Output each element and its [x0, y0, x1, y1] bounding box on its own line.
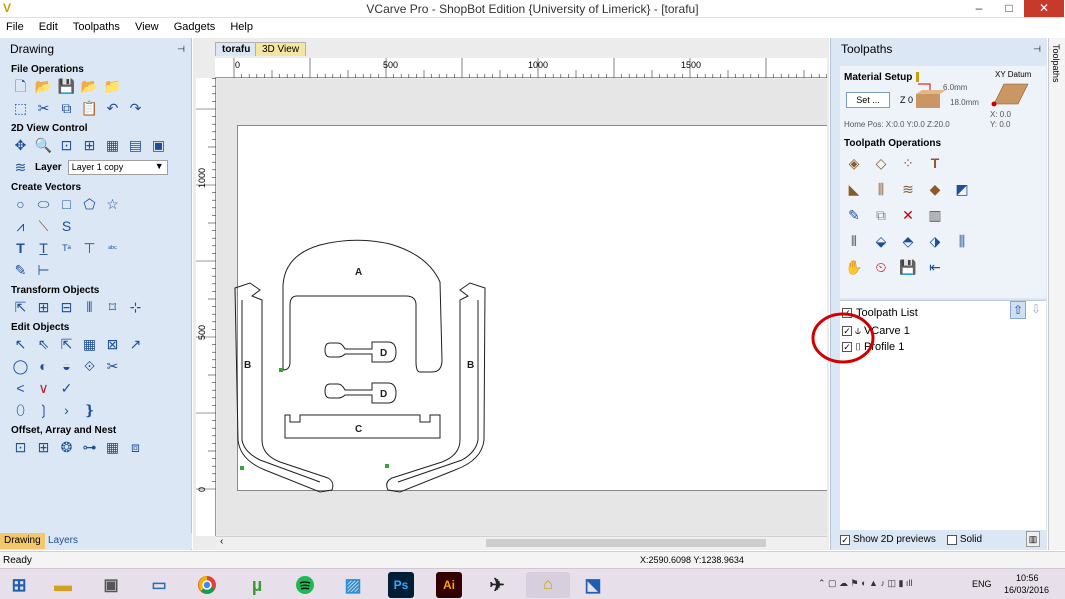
toolpath-operations-title: Toolpath Operations — [844, 138, 942, 149]
fluting-toolpath-icon[interactable]: ⫼ — [871, 180, 891, 198]
thickness-top: 6.0mm — [943, 83, 968, 92]
part-label-d-lower: D — [380, 389, 387, 400]
preview-toolpath-icon[interactable]: ⬙ — [871, 232, 891, 250]
material-icon[interactable]: ✋ — [844, 258, 864, 276]
toolpath-operations-grid: ◈ ◇ ⁘ T ◣ ⫼ ≋ ◆ ◩ ✎ ⧉ ✕ ▥ ⫴ ⬙ ⬘ ⬗ ⫼ ✋ ⏲ … — [844, 154, 984, 276]
calculator-icon[interactable]: ▥ — [925, 206, 945, 224]
photoshop-icon[interactable]: Ps — [388, 572, 414, 598]
show-previews-checkbox[interactable]: ✓ — [840, 534, 850, 545]
material-setup-title: Material Setup — [844, 72, 913, 83]
tool-database-icon[interactable]: ⫴ — [844, 232, 864, 250]
solid-checkbox[interactable] — [946, 534, 957, 545]
part-label-b-right: B — [467, 360, 474, 371]
illustrator-icon[interactable]: Ai — [436, 572, 462, 598]
reset-preview-icon[interactable]: ⬗ — [925, 232, 945, 250]
photo-viewer-icon[interactable]: ▨ — [340, 572, 366, 598]
part-b-left-inner — [241, 300, 321, 483]
part-c-outline — [284, 414, 441, 439]
chrome-icon[interactable] — [194, 572, 220, 598]
material-block-icon — [916, 72, 946, 108]
move-down-button[interactable]: ⇩ — [1028, 301, 1044, 319]
copy-toolpath-icon[interactable]: ⧉ — [871, 206, 891, 224]
windows-start-icon[interactable]: ⊞ — [6, 572, 32, 598]
export-toolpath-icon[interactable]: ⇤ — [925, 258, 945, 276]
datum-x: X: 0.0 — [990, 110, 1011, 119]
trash-button[interactable]: ▥ — [1026, 531, 1040, 547]
move-up-button[interactable]: ⇧ — [1010, 301, 1026, 319]
set-button[interactable]: Set ... — [846, 92, 890, 108]
save-toolpath-icon[interactable]: 💾 — [898, 258, 918, 276]
part-b-right-inner — [397, 300, 479, 483]
merge-toolpath-icon[interactable]: ⫼ — [952, 232, 972, 250]
scroll-left-icon[interactable]: ‹ — [220, 536, 223, 547]
show-previews-label: Show 2D previews — [853, 534, 936, 545]
clock-date[interactable]: 16/03/2016 — [1004, 585, 1049, 595]
horizontal-scrollbar[interactable]: ‹ — [216, 536, 827, 549]
control-panel-icon[interactable]: ▣ — [98, 572, 124, 598]
datum-diagram-icon[interactable] — [990, 80, 1030, 108]
node-marker — [240, 466, 244, 470]
side-tab-toolpaths[interactable]: Toolpaths — [1051, 44, 1061, 83]
delete-toolpath-icon[interactable]: ✕ — [898, 206, 918, 224]
xy-datum-title: XY Datum — [995, 70, 1032, 79]
language-indicator[interactable]: ENG — [972, 579, 992, 589]
maximize-button[interactable]: □ — [994, 0, 1024, 17]
edit-toolpath-icon[interactable]: ✎ — [844, 206, 864, 224]
minimize-button[interactable]: – — [964, 0, 994, 17]
profile-toolpath-icon[interactable]: ◈ — [844, 154, 864, 172]
texture-toolpath-icon[interactable]: ≋ — [898, 180, 918, 198]
file-manager-icon[interactable]: ▭ — [146, 572, 172, 598]
scrollbar-thumb[interactable] — [486, 539, 766, 547]
pocket-toolpath-icon[interactable]: ◇ — [871, 154, 891, 172]
part-b-left-outline — [234, 282, 334, 493]
spotify-icon[interactable] — [292, 572, 318, 598]
clock-time[interactable]: 10:56 — [1016, 573, 1039, 583]
drilling-toolpath-icon[interactable]: ⁘ — [898, 154, 918, 172]
datum-y: Y: 0.0 — [990, 120, 1011, 129]
close-button[interactable]: ✕ — [1024, 0, 1064, 17]
taskbar: ⊞ ▬ ▣ ▭ µ ▨ Ps Ai ✈ ⌂ ⬔ ⌃ ▢ ☁ ⚑ ◐ ▲ ♪ ◫ … — [0, 568, 1065, 599]
part-drawing[interactable]: A B B C D D — [0, 0, 830, 550]
cursor-coordinates: X:2590.6098 Y:1238.9634 — [640, 555, 744, 565]
part-label-b-left: B — [244, 360, 251, 371]
side-tab-strip: Toolpaths — [1048, 38, 1065, 550]
status-text: Ready — [3, 555, 32, 566]
file-explorer-icon[interactable]: ▬ — [50, 572, 76, 598]
solid-label: Solid — [959, 534, 983, 545]
part-label-a: A — [355, 267, 362, 278]
preview-all-icon[interactable]: ⬘ — [898, 232, 918, 250]
annotation-circle — [811, 312, 875, 364]
cnc-app-icon[interactable]: ✈ — [484, 572, 510, 598]
vcarve-taskbar-icon[interactable]: ⌂ — [526, 572, 570, 598]
utorrent-icon[interactable]: µ — [244, 572, 270, 598]
node-marker — [385, 464, 389, 468]
part-label-c: C — [355, 424, 362, 435]
quick-engrave-icon[interactable]: T — [925, 154, 945, 172]
shopbot-icon[interactable]: ⬔ — [580, 572, 606, 598]
node-marker — [279, 368, 283, 372]
toolpaths-panel: Toolpaths ⊣ Material Setup Set ... Z 0 6… — [830, 38, 1047, 550]
time-estimate-icon[interactable]: ⏲ — [871, 258, 891, 276]
part-b-right-outline — [386, 282, 486, 493]
part-label-d-upper: D — [380, 348, 387, 359]
part-a-outline — [282, 239, 443, 373]
pin-icon[interactable]: ⊣ — [1033, 44, 1041, 55]
thickness-bottom: 18.0mm — [950, 98, 979, 107]
inlay-toolpath-icon[interactable]: ◩ — [952, 180, 972, 198]
toolpaths-panel-title: Toolpaths — [841, 42, 893, 56]
status-bar: Ready X:2590.6098 Y:1238.9634 — [0, 551, 1065, 568]
home-pos: Home Pos: X:0.0 Y:0.0 Z:20.0 — [844, 120, 950, 129]
vcarve-toolpath-icon[interactable]: ◣ — [844, 180, 864, 198]
tray-icons[interactable]: ⌃ ▢ ☁ ⚑ ◐ ▲ ♪ ◫ ▮ ıll — [818, 578, 912, 589]
prism-toolpath-icon[interactable]: ◆ — [925, 180, 945, 198]
